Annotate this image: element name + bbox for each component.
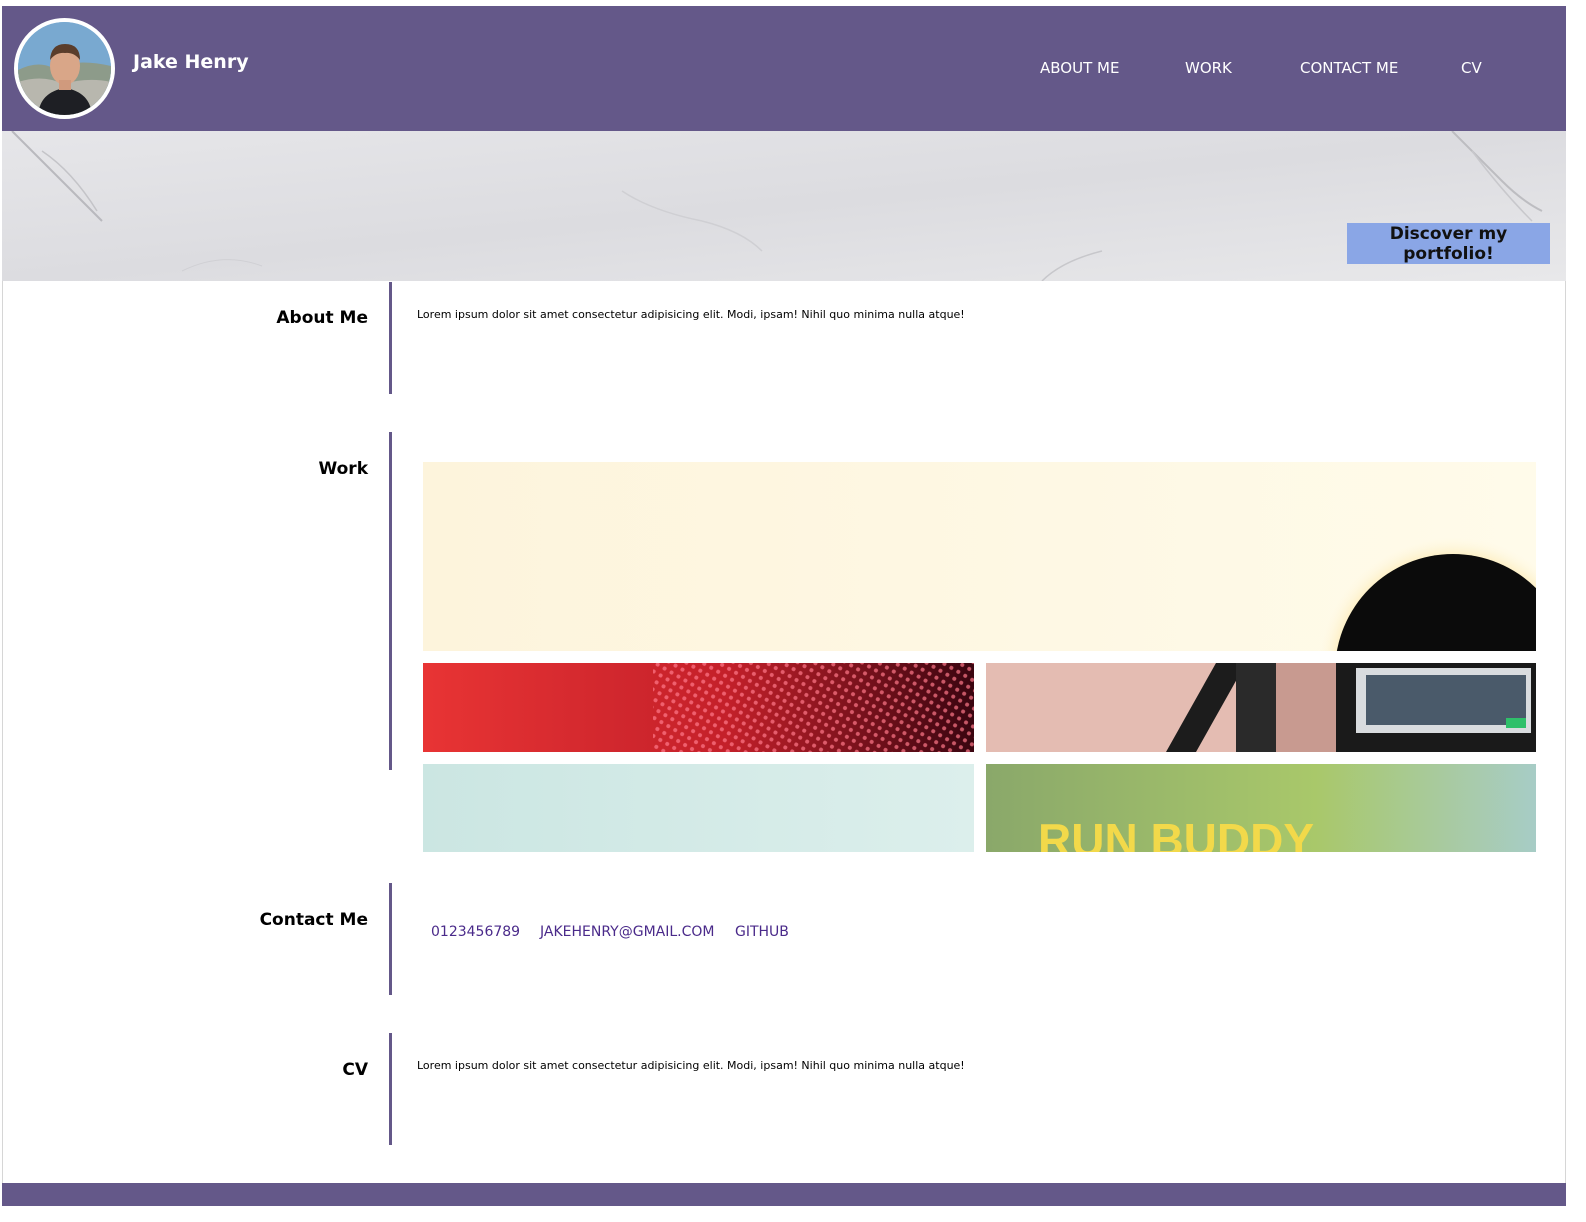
project-tile-2[interactable] — [986, 663, 1536, 752]
about-me-title: About Me — [276, 308, 368, 328]
monitor-setup-project-image — [986, 663, 1536, 752]
contact-me-title: Contact Me — [259, 910, 368, 930]
marble-background — [2, 131, 1566, 281]
about-me-text: Lorem ipsum dolor sit amet consectetur a… — [417, 308, 965, 321]
nav-about-me[interactable]: ABOUT ME — [1040, 58, 1119, 78]
work-divider — [389, 432, 392, 770]
run-buddy-project-image: RUN BUDDY — [986, 764, 1536, 852]
email-link[interactable]: JAKEHENRY@GMAIL.COM — [540, 924, 714, 940]
nav-work[interactable]: WORK — [1185, 58, 1232, 78]
run-buddy-caption: RUN BUDDY — [1038, 814, 1314, 852]
main-nav: ABOUT ME WORK CONTACT ME CV — [2, 58, 1566, 88]
nav-cv[interactable]: CV — [1461, 58, 1482, 78]
project-tile-featured[interactable] — [423, 462, 1536, 651]
project-tile-1[interactable] — [423, 663, 974, 752]
cv-title: CV — [342, 1060, 368, 1080]
hero-banner: Discover my portfolio! — [2, 131, 1566, 281]
github-link[interactable]: GITHUB — [735, 924, 789, 940]
site-header: Jake Henry ABOUT ME WORK CONTACT ME CV — [2, 6, 1566, 131]
phone-link[interactable]: 0123456789 — [431, 924, 520, 940]
discover-portfolio-button[interactable]: Discover my portfolio! — [1347, 223, 1550, 264]
work-title: Work — [318, 459, 368, 479]
about-me-divider — [389, 282, 392, 394]
project-tile-4[interactable]: RUN BUDDY — [986, 764, 1536, 852]
cv-text: Lorem ipsum dolor sit amet consectetur a… — [417, 1059, 965, 1072]
sunny-sky-project-image — [423, 462, 1536, 651]
red-led-project-image — [423, 663, 974, 752]
contact-me-divider — [389, 883, 392, 995]
mint-pastel-project-image — [423, 764, 974, 852]
nav-contact-me[interactable]: CONTACT ME — [1300, 58, 1398, 78]
project-tile-3[interactable] — [423, 764, 974, 852]
cv-divider — [389, 1033, 392, 1145]
site-footer — [2, 1183, 1566, 1206]
